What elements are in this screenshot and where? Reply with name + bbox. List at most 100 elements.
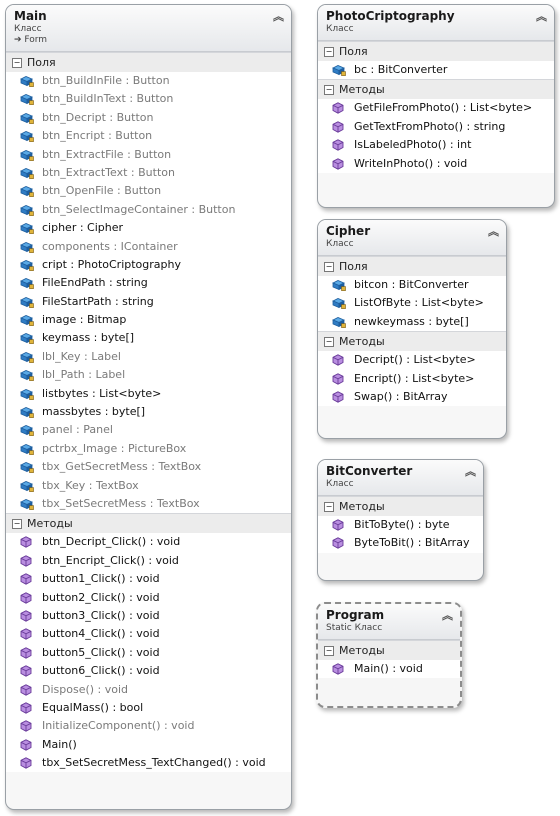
method-item[interactable]: Encript() : List<byte>	[318, 370, 506, 388]
class-main[interactable]: Main Класс ➔ Form ︽ − Поля btn_BuildInFil…	[5, 4, 292, 810]
method-item[interactable]: Decript() : List<byte>	[318, 351, 506, 369]
field-item[interactable]: panel : Panel	[6, 421, 291, 439]
class-header[interactable]: Cipher Класс ︽	[318, 220, 506, 256]
collapse-toggle-icon[interactable]: −	[324, 262, 334, 272]
methods-section-header[interactable]: − Методы	[318, 496, 483, 516]
collapse-toggle-icon[interactable]: −	[324, 85, 334, 96]
field-label: newkeymass : byte[]	[354, 314, 469, 328]
method-label: button1_Click() : void	[42, 572, 160, 586]
field-icon	[20, 93, 34, 106]
method-item[interactable]: ByteToBit() : BitArray	[318, 534, 483, 552]
class-header[interactable]: Program Static Класс ︽	[318, 604, 460, 640]
method-item[interactable]: tbx_SetSecretMess_TextChanged() : void	[6, 754, 291, 772]
method-item[interactable]: BitToByte() : byte	[318, 516, 483, 534]
method-item[interactable]: Swap() : BitArray	[318, 388, 506, 406]
method-item[interactable]: button4_Click() : void	[6, 625, 291, 643]
chevron-up-icon[interactable]: ︽	[488, 223, 499, 239]
methods-section-header[interactable]: − Методы	[318, 79, 554, 100]
method-item[interactable]: button1_Click() : void	[6, 570, 291, 588]
field-item[interactable]: lbl_Key : Label	[6, 348, 291, 366]
field-item[interactable]: pctrbx_Image : PictureBox	[6, 440, 291, 458]
field-item[interactable]: cript : PhotoCriptography	[6, 256, 291, 274]
fields-section-header[interactable]: − Поля	[6, 52, 291, 72]
method-item[interactable]: EqualMass() : bool	[6, 699, 291, 717]
class-bitconverter[interactable]: BitConverter Класс ︽ − Методы BitToByte()…	[317, 459, 484, 581]
field-label: listbytes : List<byte>	[42, 386, 162, 400]
field-item[interactable]: btn_OpenFile : Button	[6, 182, 291, 200]
method-item[interactable]: button3_Click() : void	[6, 607, 291, 625]
methods-section-label: Методы	[27, 517, 73, 531]
chevron-up-icon[interactable]: ︽	[273, 8, 284, 24]
method-item[interactable]: btn_Encript_Click() : void	[6, 552, 291, 570]
class-header[interactable]: Main Класс ➔ Form ︽	[6, 5, 291, 52]
class-program[interactable]: Program Static Класс ︽ − Методы Main() : …	[316, 602, 462, 708]
collapse-toggle-icon[interactable]: −	[324, 47, 334, 57]
field-item[interactable]: keymass : byte[]	[6, 329, 291, 347]
chevron-up-icon[interactable]: ︽	[536, 8, 547, 24]
field-item[interactable]: newkeymass : byte[]	[318, 313, 506, 331]
field-item[interactable]: tbx_GetSecretMess : TextBox	[6, 458, 291, 476]
field-item[interactable]: massbytes : byte[]	[6, 403, 291, 421]
method-item[interactable]: WriteInPhoto() : void	[318, 155, 554, 173]
methods-section-header[interactable]: − Методы	[318, 331, 506, 352]
field-item[interactable]: tbx_Key : TextBox	[6, 477, 291, 495]
fields-section-header[interactable]: − Поля	[318, 256, 506, 276]
method-item[interactable]: button5_Click() : void	[6, 644, 291, 662]
fields-section-header[interactable]: − Поля	[318, 41, 554, 61]
field-item[interactable]: bc : BitConverter	[318, 61, 554, 79]
field-item[interactable]: btn_BuildInText : Button	[6, 90, 291, 108]
field-item[interactable]: lbl_Path : Label	[6, 366, 291, 384]
method-item[interactable]: button2_Click() : void	[6, 589, 291, 607]
field-item[interactable]: components : IContainer	[6, 238, 291, 256]
method-item[interactable]: GetFileFromPhoto() : List<byte>	[318, 99, 554, 117]
method-item[interactable]: btn_Decript_Click() : void	[6, 533, 291, 551]
method-label: Decript() : List<byte>	[354, 353, 476, 367]
method-item[interactable]: Main() : void	[318, 660, 460, 678]
field-item[interactable]: cipher : Cipher	[6, 219, 291, 237]
method-item[interactable]: Dispose() : void	[6, 681, 291, 699]
methods-section-header[interactable]: − Методы	[6, 513, 291, 534]
collapse-toggle-icon[interactable]: −	[12, 519, 22, 530]
method-item[interactable]: Main()	[6, 736, 291, 754]
field-item[interactable]: FileStartPath : string	[6, 293, 291, 311]
method-label: IsLabeledPhoto() : int	[354, 138, 472, 152]
field-item[interactable]: image : Bitmap	[6, 311, 291, 329]
field-item[interactable]: ListOfByte : List<byte>	[318, 294, 506, 312]
class-cipher[interactable]: Cipher Класс ︽ − Поля bitcon : BitConvert…	[317, 219, 507, 439]
method-item[interactable]: IsLabeledPhoto() : int	[318, 136, 554, 154]
field-item[interactable]: btn_BuildInFile : Button	[6, 72, 291, 90]
field-item[interactable]: btn_ExtractText : Button	[6, 164, 291, 182]
collapse-toggle-icon[interactable]: −	[12, 58, 22, 68]
field-icon	[332, 316, 346, 328]
method-item[interactable]: button6_Click() : void	[6, 662, 291, 680]
field-item[interactable]: btn_Decript : Button	[6, 109, 291, 127]
field-icon	[20, 351, 34, 363]
class-photocriptography[interactable]: PhotoCriptography Класс ︽ − Поля bc : Bit…	[317, 4, 555, 208]
field-label: btn_ExtractText : Button	[42, 165, 175, 179]
chevron-up-icon[interactable]: ︽	[442, 607, 453, 623]
methods-section-header[interactable]: − Методы	[318, 640, 460, 660]
field-item[interactable]: tbx_SetSecretMess : TextBox	[6, 495, 291, 513]
field-item[interactable]: bitcon : BitConverter	[318, 276, 506, 294]
method-label: Swap() : BitArray	[354, 389, 448, 403]
collapse-toggle-icon[interactable]: −	[324, 646, 334, 656]
field-label: lbl_Path : Label	[42, 368, 126, 382]
method-item[interactable]: InitializeComponent() : void	[6, 717, 291, 735]
chevron-up-icon[interactable]: ︽	[465, 463, 476, 479]
method-label: GetTextFromPhoto() : string	[354, 119, 506, 133]
method-item[interactable]: GetTextFromPhoto() : string	[318, 118, 554, 136]
methods-section-label: Методы	[339, 500, 385, 513]
field-item[interactable]: FileEndPath : string	[6, 274, 291, 292]
methods-section-label: Методы	[339, 83, 385, 97]
collapse-toggle-icon[interactable]: −	[324, 502, 334, 512]
class-header[interactable]: PhotoCriptography Класс ︽	[318, 5, 554, 41]
field-item[interactable]: listbytes : List<byte>	[6, 385, 291, 403]
field-label: lbl_Key : Label	[42, 349, 121, 363]
collapse-toggle-icon[interactable]: −	[324, 337, 334, 348]
method-label: InitializeComponent() : void	[42, 719, 195, 733]
class-header[interactable]: BitConverter Класс ︽	[318, 460, 483, 496]
field-item[interactable]: btn_ExtractFile : Button	[6, 146, 291, 164]
field-icon	[20, 369, 34, 382]
field-item[interactable]: btn_Encript : Button	[6, 127, 291, 145]
field-item[interactable]: btn_SelectImageContainer : Button	[6, 201, 291, 219]
